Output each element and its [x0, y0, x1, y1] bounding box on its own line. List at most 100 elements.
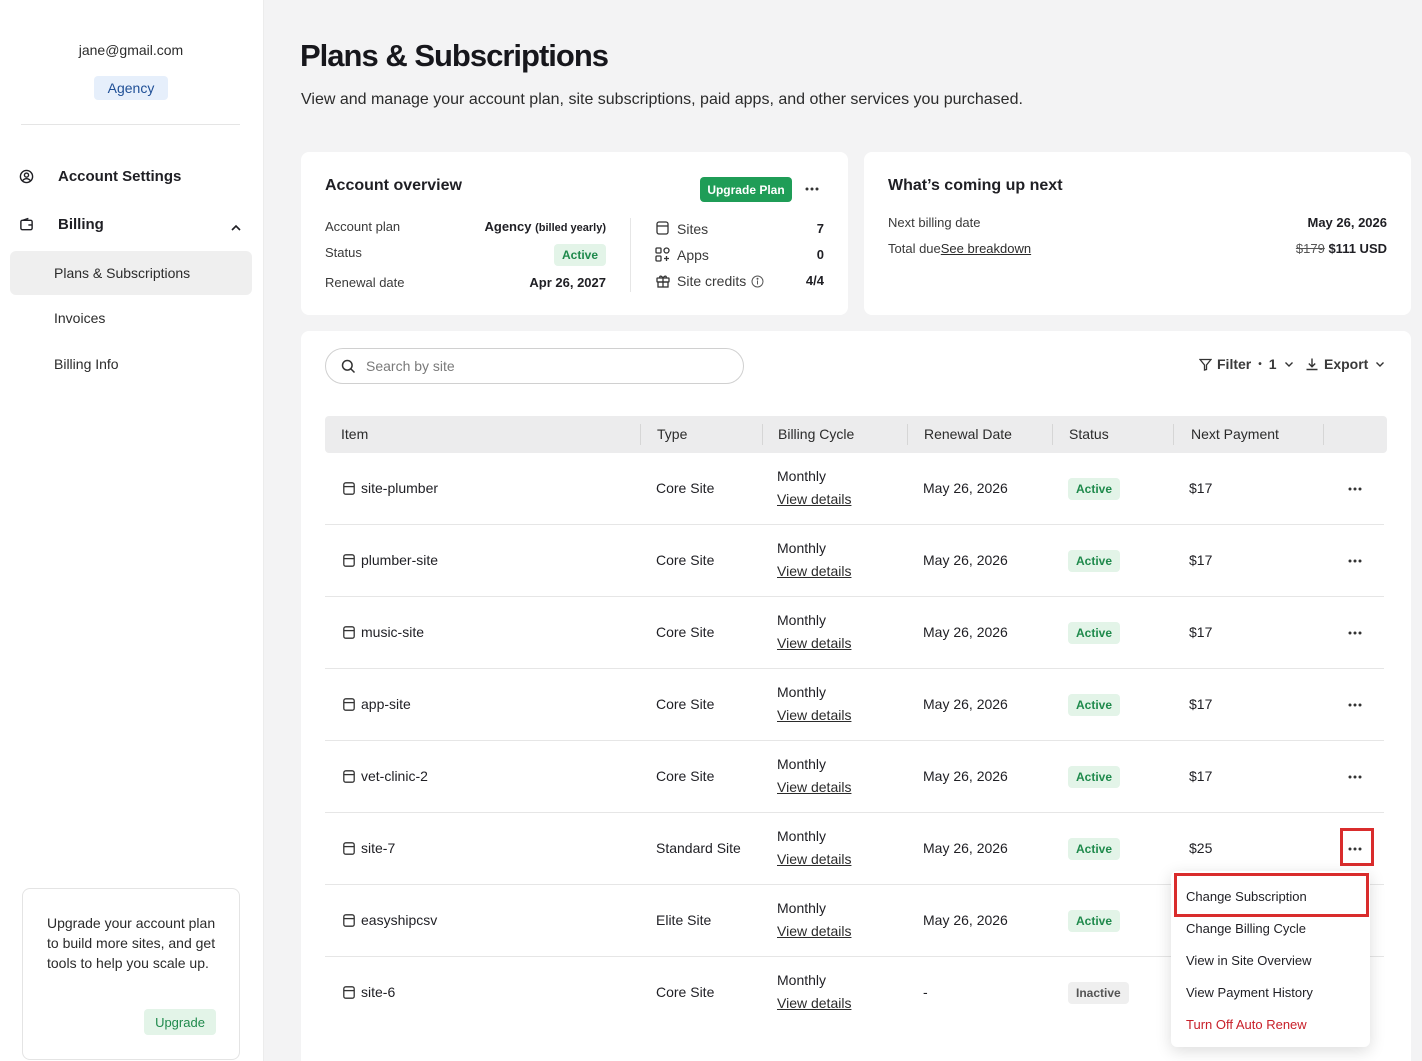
item-name: app-site	[361, 696, 411, 712]
item-name: vet-clinic-2	[361, 768, 428, 784]
view-details-link[interactable]: View details	[777, 779, 851, 795]
view-details-link[interactable]: View details	[777, 923, 851, 939]
site-icon	[343, 986, 355, 999]
column-header-billing-cycle[interactable]: Billing Cycle	[778, 426, 854, 442]
user-circle-icon	[18, 169, 34, 185]
status-badge: Active	[1068, 694, 1121, 716]
item-type: Elite Site	[656, 912, 712, 928]
item-type: Core Site	[656, 696, 715, 712]
item-type: Core Site	[656, 984, 715, 1000]
renewal-date: May 26, 2026	[923, 480, 1008, 496]
next-payment: $25	[1189, 840, 1213, 856]
filter-count: 1	[1268, 356, 1277, 372]
filter-button[interactable]: Filter • 1	[1199, 356, 1295, 372]
menu-item-change-billing-cycle[interactable]: Change Billing Cycle	[1186, 921, 1306, 936]
view-details-link[interactable]: View details	[777, 563, 851, 579]
sites-value: 7	[816, 221, 824, 236]
upgrade-plan-button[interactable]: Upgrade Plan	[700, 177, 792, 202]
menu-item-view-payment-history[interactable]: View Payment History	[1186, 985, 1313, 1000]
new-price: $111 USD	[1328, 241, 1387, 256]
download-icon	[1306, 358, 1318, 371]
search-icon	[341, 359, 356, 374]
see-breakdown-link[interactable]: See breakdown	[941, 241, 1031, 256]
column-header-item[interactable]: Item	[341, 426, 368, 442]
status-badge: Active	[1068, 550, 1121, 572]
next-payment: $17	[1189, 696, 1213, 712]
item-name: site-plumber	[361, 480, 439, 496]
billing-cycle: Monthly	[777, 540, 827, 556]
menu-item-view-in-site-overview[interactable]: View in Site Overview	[1186, 953, 1311, 968]
item-name: site-6	[361, 984, 396, 1000]
column-header-type[interactable]: Type	[657, 426, 687, 442]
row-more-icon[interactable]	[1343, 765, 1367, 789]
status-badge: Active	[1068, 622, 1121, 644]
sidebar-item-invoices[interactable]: Invoices	[10, 296, 252, 340]
view-details-link[interactable]: View details	[777, 491, 851, 507]
row-more-icon[interactable]	[1343, 477, 1367, 501]
total-due: Total dueSee breakdown	[888, 241, 1031, 256]
upcoming-title: What’s coming up next	[888, 177, 1063, 194]
sites-label: Sites	[677, 221, 709, 237]
next-payment: $17	[1189, 480, 1213, 496]
view-details-link[interactable]: View details	[777, 851, 851, 867]
upgrade-button[interactable]: Upgrade	[144, 1009, 216, 1035]
upgrade-card-text: Upgrade your account plan to build more …	[47, 915, 216, 971]
column-divider	[640, 424, 641, 445]
column-header-next-payment[interactable]: Next Payment	[1191, 426, 1279, 442]
status-badge: Active	[1068, 766, 1121, 788]
total-due-label: Total due	[888, 241, 941, 256]
billing-cycle: Monthly	[777, 612, 827, 628]
site-icon	[343, 482, 355, 495]
sidebar-item-billing-info[interactable]: Billing Info	[10, 342, 252, 386]
bullet: •	[1258, 358, 1262, 370]
sidebar-item-label: Billing	[58, 216, 104, 233]
search-input[interactable]: Search by site	[325, 348, 744, 384]
chevron-down-icon	[1284, 362, 1293, 367]
status-badge: Active	[1068, 910, 1121, 932]
sidebar: jane@gmail.com Agency Account Settings B…	[0, 0, 264, 1061]
status-badge: Active	[1068, 478, 1121, 500]
sidebar-item-label: Account Settings	[58, 168, 182, 185]
total-due-value: $179 $111 USD	[1200, 241, 1387, 256]
next-payment: $17	[1189, 624, 1213, 640]
view-details-link[interactable]: View details	[777, 635, 851, 651]
page-title: Plans & Subscriptions	[300, 38, 609, 73]
view-details-link[interactable]: View details	[777, 707, 851, 723]
item-type: Core Site	[656, 480, 715, 496]
sidebar-item-billing[interactable]: Billing	[18, 216, 104, 233]
gift-icon	[656, 273, 670, 293]
renewal-date: May 26, 2026	[923, 552, 1008, 568]
info-icon[interactable]	[751, 275, 764, 293]
sidebar-item-account-settings[interactable]: Account Settings	[18, 168, 181, 185]
more-options-icon[interactable]	[800, 177, 824, 201]
view-details-link[interactable]: View details	[777, 995, 851, 1011]
row-more-icon[interactable]	[1343, 621, 1367, 645]
export-button[interactable]: Export	[1305, 356, 1386, 372]
row-more-icon[interactable]	[1343, 549, 1367, 573]
renewal-date: May 26, 2026	[923, 768, 1008, 784]
table-row: app-site Core Site Monthly View details May …	[325, 669, 1384, 741]
column-header-renewal-date[interactable]: Renewal Date	[924, 426, 1012, 442]
renewal-date: -	[923, 984, 928, 1000]
renewal-date-value: Apr 26, 2027	[529, 275, 606, 290]
site-credits-value: 4/4	[805, 273, 824, 288]
column-divider	[907, 424, 908, 445]
filter-icon	[1199, 358, 1212, 371]
item-type: Core Site	[656, 624, 715, 640]
account-overview-title: Account overview	[325, 177, 462, 194]
table-header: Item Type Billing Cycle Renewal Date Sta…	[325, 416, 1387, 453]
row-more-icon[interactable]	[1343, 693, 1367, 717]
next-billing-value: May 26, 2026	[1307, 215, 1387, 230]
user-email: jane@gmail.com	[78, 42, 184, 58]
column-divider	[1052, 424, 1053, 445]
column-header-status[interactable]: Status	[1069, 426, 1109, 442]
item-type: Core Site	[656, 552, 715, 568]
chevron-up-icon[interactable]	[228, 220, 244, 236]
item-name: music-site	[361, 624, 425, 640]
site-icon	[343, 842, 355, 855]
site-icon	[343, 770, 355, 783]
sidebar-item-plans-subscriptions[interactable]: Plans & Subscriptions	[10, 251, 252, 295]
site-icon	[343, 698, 355, 711]
menu-item-turn-off-auto-renew[interactable]: Turn Off Auto Renew	[1186, 1017, 1307, 1032]
apps-label: Apps	[677, 247, 709, 263]
